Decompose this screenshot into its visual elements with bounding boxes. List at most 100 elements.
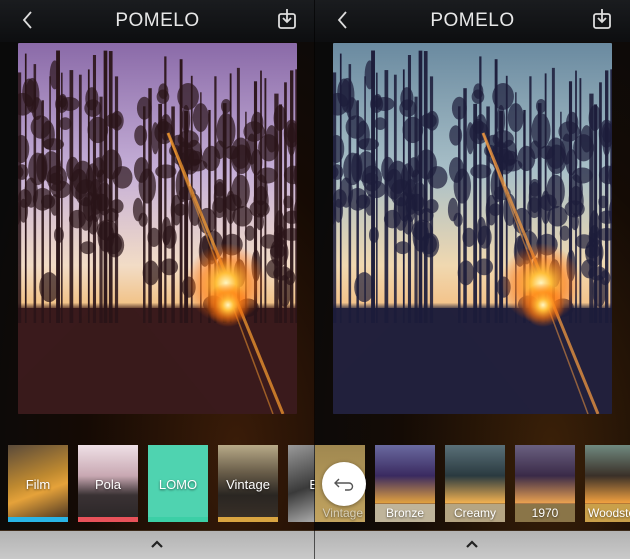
- foliage: [49, 172, 64, 185]
- foliage: [231, 174, 250, 209]
- foliage: [59, 96, 80, 111]
- foliage: [214, 140, 226, 160]
- foliage: [365, 194, 375, 216]
- foliage: [188, 150, 203, 166]
- photo-preview[interactable]: [18, 43, 297, 414]
- foliage: [535, 98, 547, 114]
- foliage: [136, 96, 152, 120]
- filter-label: Vintage: [226, 477, 270, 492]
- foliage: [49, 60, 60, 90]
- tree-trunk: [148, 88, 152, 323]
- accent-bar: [218, 517, 278, 522]
- foliage: [364, 60, 375, 90]
- foliage: [138, 212, 148, 227]
- filter-category-film[interactable]: Film: [8, 445, 68, 522]
- foliage: [475, 258, 494, 276]
- foliage: [42, 138, 65, 151]
- foliage: [507, 103, 524, 133]
- undo-arrow-icon: [334, 478, 354, 491]
- accent-bar: [78, 517, 138, 522]
- foliage: [546, 174, 565, 209]
- foliage: [357, 138, 380, 151]
- foliage: [213, 179, 226, 197]
- foliage: [105, 232, 125, 258]
- foliage: [273, 266, 292, 281]
- filter-category-bw[interactable]: B&: [288, 445, 315, 522]
- foliage: [588, 266, 607, 281]
- filter-category-lomo[interactable]: LOMO: [148, 445, 208, 522]
- foliage: [105, 113, 122, 129]
- filter-label: Creamy: [445, 504, 505, 522]
- filter-label: Vintage: [322, 506, 363, 520]
- foliage: [527, 197, 542, 219]
- tree-trunk: [423, 51, 428, 324]
- foliage: [265, 125, 278, 153]
- foliage: [230, 137, 251, 169]
- foliage: [94, 193, 110, 212]
- foliage: [545, 137, 566, 169]
- foliage: [471, 89, 485, 104]
- top-bar: POMELO: [315, 0, 630, 42]
- foliage: [425, 199, 439, 214]
- foliage: [110, 199, 124, 214]
- foliage: [589, 233, 598, 257]
- foliage: [134, 125, 148, 146]
- filter-label: Woodstoc: [585, 504, 630, 522]
- accent-bar: [148, 517, 208, 522]
- foliage: [162, 225, 177, 249]
- filter-woodstock[interactable]: Woodstoc: [585, 445, 630, 522]
- filter-label: LOMO: [158, 477, 198, 492]
- filter-label: Bronze: [375, 504, 435, 522]
- foliage: [80, 241, 96, 255]
- filter-creamy[interactable]: Creamy: [445, 445, 505, 522]
- foliage: [374, 96, 395, 111]
- foliage: [598, 195, 609, 209]
- editor-panel-filters: POMELO Vintage Bronze Creamy 1970 Woodst…: [315, 0, 630, 559]
- tree-trunk: [610, 69, 612, 323]
- tree-trunk: [418, 50, 423, 324]
- filter-label: Film: [25, 477, 51, 492]
- foliage: [220, 98, 232, 114]
- filter-category-strip[interactable]: Film Pola LOMO Vintage B&: [0, 445, 315, 523]
- foliage: [254, 174, 268, 206]
- foliage: [177, 83, 199, 110]
- filter-1970[interactable]: 1970: [515, 445, 575, 522]
- filter-label: 1970: [515, 504, 575, 522]
- tree-trunk: [108, 51, 113, 324]
- tree-trunk: [103, 50, 108, 324]
- foliage: [368, 226, 379, 243]
- tree-trunk: [295, 69, 297, 323]
- foliage: [569, 174, 583, 206]
- tree-trunk: [463, 88, 467, 323]
- foliage: [399, 99, 417, 117]
- top-bar: POMELO: [0, 0, 315, 42]
- foliage: [547, 206, 568, 227]
- foliage: [453, 168, 472, 204]
- download-tray-icon[interactable]: [592, 8, 612, 30]
- photo-preview[interactable]: [333, 43, 612, 414]
- download-tray-icon[interactable]: [277, 8, 297, 30]
- filter-category-vintage[interactable]: Vintage: [218, 445, 278, 522]
- foliage: [147, 227, 161, 247]
- foliage: [87, 214, 99, 235]
- foliage: [283, 195, 294, 209]
- chevron-up-icon: [151, 540, 163, 548]
- foliage: [503, 150, 518, 166]
- foliage: [212, 197, 227, 219]
- foliage: [529, 140, 541, 160]
- foliage: [181, 104, 191, 135]
- expand-panel-button[interactable]: [315, 530, 630, 559]
- chevron-up-icon: [466, 540, 478, 548]
- undo-button[interactable]: [322, 462, 366, 506]
- filter-label: Pola: [94, 477, 122, 492]
- expand-panel-button[interactable]: [0, 530, 315, 559]
- foliage: [59, 117, 72, 130]
- foliage: [53, 226, 64, 243]
- foliage: [374, 117, 387, 130]
- foliage: [192, 103, 209, 133]
- foliage: [232, 206, 253, 227]
- sun-glow: [521, 283, 565, 327]
- editor-panel-categories: POMELO Film Pola LOMO Vintage B: [0, 0, 315, 559]
- filter-category-pola[interactable]: Pola: [78, 445, 138, 522]
- filter-bronze[interactable]: Bronze: [375, 445, 435, 522]
